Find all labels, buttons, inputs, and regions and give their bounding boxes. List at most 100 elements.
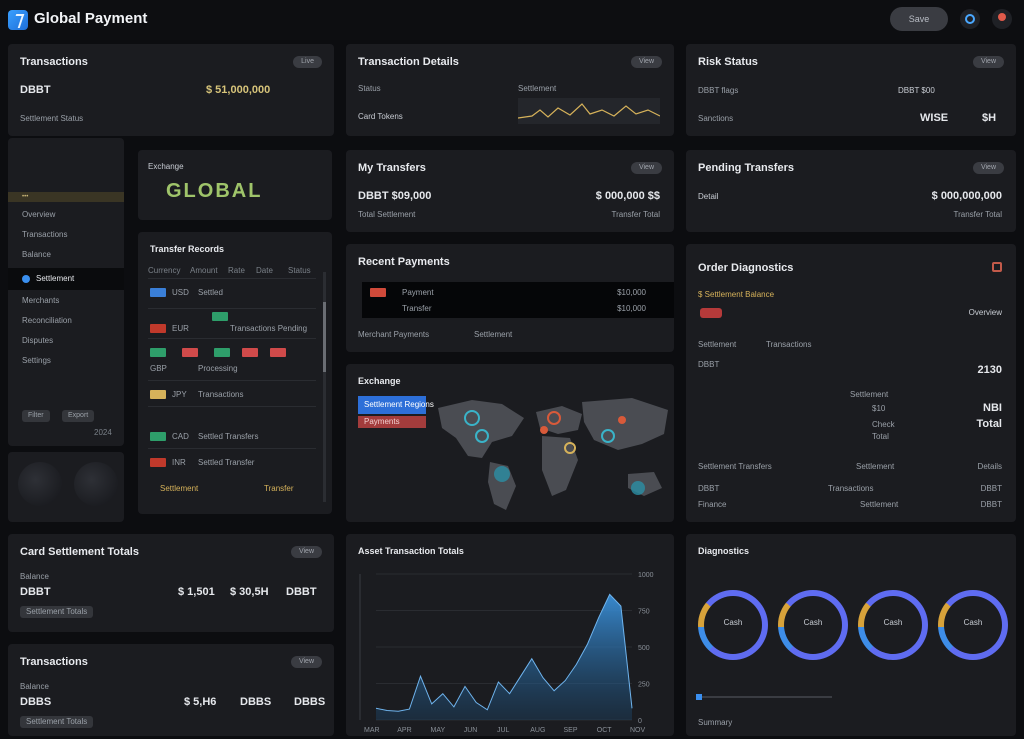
table-scrollbar[interactable] — [323, 272, 326, 502]
donut-label: Cash — [883, 618, 903, 627]
view-button[interactable]: View — [630, 56, 662, 68]
payments-footer-right: Settlement — [474, 330, 513, 339]
divider — [148, 380, 316, 381]
area-chart[interactable]: 1000 750 500 250 0 MAR APR MAY JUN JUL AUG SEP OCT NO… — [346, 534, 674, 736]
sidebar-item-settings[interactable]: Settings — [8, 352, 124, 370]
transfer-sub: Total Settlement — [358, 210, 416, 219]
row-status: Settled Transfer — [198, 458, 255, 467]
exchange-map-card: Exchange Settlement Regions Payments — [346, 364, 674, 522]
row-currency: JPY — [172, 390, 187, 399]
globe-icon — [18, 462, 62, 506]
filter-button[interactable]: Filter — [22, 410, 50, 422]
stats-left: DBBS — [20, 696, 52, 708]
world-map[interactable] — [432, 378, 672, 518]
tab-payments[interactable]: Payments — [358, 416, 426, 428]
card-title: Transactions — [20, 56, 88, 68]
my-transfers-card: My Transfers View DBBT $09,000 $ 000,000… — [346, 150, 674, 232]
diag-bottom-row-r: DBBT — [980, 500, 1002, 509]
y-tick-label: 1000 — [638, 572, 654, 579]
progress-handle[interactable] — [696, 694, 702, 700]
alert-icon[interactable] — [992, 262, 1002, 272]
diag-sub: $ Settlement Balance — [698, 290, 775, 299]
diag-row-c: DBBT — [698, 360, 720, 369]
settings-icon[interactable] — [960, 9, 980, 29]
stats-c: DBBT — [286, 586, 317, 598]
risk-right-b: $H — [982, 112, 997, 124]
diag-mid-c: Total — [872, 432, 889, 441]
export-button[interactable]: Export — [62, 410, 95, 422]
table-header-status: Status — [288, 266, 311, 275]
y-tick-label: 0 — [638, 718, 642, 725]
card-title: Recent Payments — [358, 256, 450, 268]
sidebar-item-overview[interactable]: Overview — [8, 206, 124, 224]
sidebar-item-reconciliation[interactable]: Reconciliation — [8, 312, 124, 330]
card-title: My Transfers — [358, 162, 426, 174]
live-badge[interactable]: Live — [293, 56, 322, 68]
sidebar-item-transactions[interactable]: Transactions — [8, 226, 124, 244]
sidebar: ••• Overview Transactions Balance Settle… — [8, 138, 124, 446]
flag-icon — [150, 432, 166, 441]
risk-right-a: WISE — [920, 112, 949, 124]
risk-status-card: Risk Status View DBBT flags DBBT $00 San… — [686, 44, 1016, 136]
card-title: Pending Transfers — [698, 162, 794, 174]
divider — [148, 308, 316, 309]
sidebar-item-merchants[interactable]: Merchants — [8, 292, 124, 310]
sidebar-item-settlement[interactable]: Settlement — [8, 268, 124, 290]
diag-val-b: NBI — [983, 402, 1002, 414]
stats-a: $ 1,501 — [178, 586, 215, 598]
payment-row[interactable]: Payment — [402, 288, 434, 297]
diag-val-b-label: Settlement — [850, 390, 889, 399]
flag-icon — [212, 312, 228, 321]
row-status: Transactions — [198, 390, 244, 399]
status-label: Status — [358, 84, 381, 93]
view-button[interactable]: View — [972, 162, 1004, 174]
diag-mid-b: $10 — [872, 404, 886, 413]
row-status: Transactions Pending — [230, 324, 308, 333]
view-button[interactable]: View — [290, 546, 322, 558]
diag-bottom-head-1: Settlement — [856, 462, 895, 471]
table-header-amount: Amount — [190, 266, 218, 275]
x-tick-label: APR — [397, 727, 411, 734]
save-button[interactable]: Save — [890, 7, 948, 31]
asset-chart-card: Asset Transaction Totals 1000 750 500 250 0 M… — [346, 534, 674, 736]
x-tick-label: AUG — [530, 727, 545, 734]
flag-icon — [214, 348, 230, 357]
x-tick-label: NOV — [630, 727, 646, 734]
view-button[interactable]: View — [972, 56, 1004, 68]
payments-footer-left: Merchant Payments — [358, 330, 430, 339]
avatar[interactable] — [992, 9, 1012, 29]
diag-row-a: Settlement — [698, 340, 737, 349]
card-title: Exchange — [358, 376, 401, 386]
tab-settlement-regions[interactable]: Settlement Regions — [358, 396, 434, 414]
area-series — [376, 594, 632, 720]
divider — [148, 448, 316, 449]
app-title: Global Payment — [34, 10, 148, 27]
payment-amount: $10,000 — [617, 304, 646, 313]
table-footer-b: Transfer — [264, 484, 294, 493]
sidebar-item-balance[interactable]: Balance — [8, 246, 124, 264]
diag-val-a: 2130 — [977, 364, 1002, 376]
diag-bottom-row-r: DBBT — [980, 484, 1002, 493]
sidebar-heading: ••• — [8, 192, 124, 202]
stats-button[interactable]: Settlement Totals — [20, 716, 94, 728]
card-value: DBBT — [20, 84, 51, 96]
diag-bottom-row-m: Transactions — [828, 484, 874, 493]
card-subtext: Settlement Status — [20, 114, 84, 123]
donut-label: Cash — [963, 618, 983, 627]
card-title: Risk Status — [698, 56, 758, 68]
donut-label: Cash — [723, 618, 743, 627]
sidebar-item-disputes[interactable]: Disputes — [8, 332, 124, 350]
diag-bottom-row-l: DBBT — [698, 484, 720, 493]
payment-row[interactable]: Transfer — [402, 304, 432, 313]
row-currency: GBP — [150, 364, 167, 373]
stats-left: DBBT — [20, 586, 51, 598]
flag-icon — [270, 348, 286, 357]
transfer-amount: DBBT $09,000 — [358, 190, 432, 202]
stats-button[interactable]: Settlement Totals — [20, 606, 94, 618]
y-tick-label: 500 — [638, 645, 650, 652]
x-tick-label: JUN — [464, 727, 478, 734]
exchange-widget: Exchange GLOBAL — [138, 150, 332, 220]
view-button[interactable]: View — [290, 656, 322, 668]
view-button[interactable]: View — [630, 162, 662, 174]
diag-right-label: Overview — [968, 308, 1002, 317]
